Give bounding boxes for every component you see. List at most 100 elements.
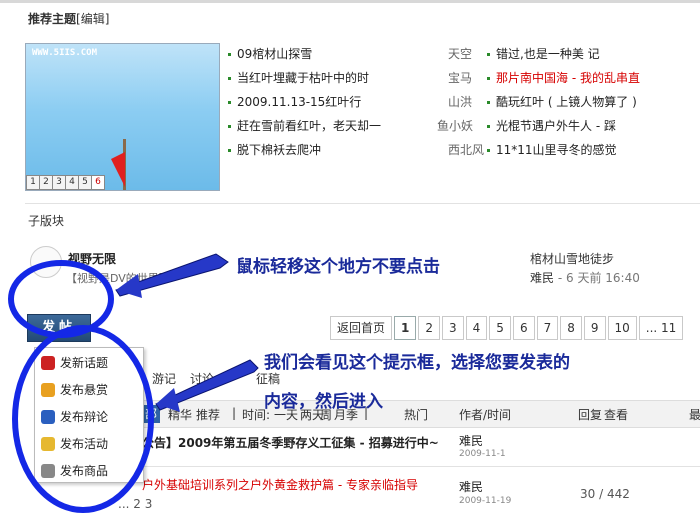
- post-menu-item[interactable]: 发布活动: [41, 433, 108, 455]
- recommend-title: 推荐主题[编辑]: [28, 10, 109, 27]
- thread-tab[interactable]: [228, 370, 242, 387]
- page-link-9[interactable]: 9: [583, 316, 606, 340]
- post-menu-item-label: 发布辩论: [60, 410, 109, 424]
- post-menu-item[interactable]: 发布商品: [41, 460, 108, 482]
- recommend-item-author[interactable]: 西北风: [448, 143, 484, 167]
- recommend-item-link[interactable]: 错过,也是一种美 记: [496, 47, 600, 61]
- page-link-7[interactable]: 7: [536, 316, 559, 340]
- thread-filter-bar: 部 精华 推荐 | 时间: 一天 两天周月季 | 热门 作者/时间 回复 查看最: [142, 400, 700, 428]
- page-link-6[interactable]: 6: [512, 316, 535, 340]
- filter-option[interactable]: 推荐: [196, 406, 220, 423]
- goods-icon: [41, 464, 55, 478]
- thread-tabs: 游记 讨论 征稿: [152, 370, 280, 387]
- pagination: 返回首页 1 2 3 4 5 6 7 8 9 10... 11: [330, 316, 685, 340]
- filter-all[interactable]: 部: [142, 405, 161, 423]
- post-menu-item[interactable]: 发布悬赏: [41, 379, 108, 401]
- recommend-title-text: 推荐主题: [28, 12, 77, 26]
- annotation-menu-tip-1: 我们会看见这个提示框，选择您要发表的: [264, 353, 570, 373]
- column-header-view[interactable]: 查看: [604, 406, 628, 423]
- debate-icon: [41, 410, 55, 424]
- subforum-last-user[interactable]: 难民: [530, 271, 554, 285]
- thread-tab[interactable]: 讨论: [190, 370, 214, 387]
- column-header-author[interactable]: 作者/时间: [459, 406, 511, 423]
- recommend-item: 09棺材山探雪: [228, 47, 312, 71]
- bullet-icon: [487, 101, 490, 104]
- subforum-icon: [30, 246, 62, 278]
- recommend-item-link[interactable]: 11*11山里寻冬的感觉: [496, 143, 617, 157]
- recommend-item-link[interactable]: 当红叶埋藏于枯叶中的时: [237, 71, 369, 85]
- subforum-last-time: - 6 天前 16:40: [557, 271, 640, 285]
- bullet-icon: [487, 53, 490, 56]
- recommend-item: 11*11山里寻冬的感觉: [487, 143, 617, 167]
- back-home-button[interactable]: 返回首页: [330, 316, 393, 340]
- recommend-item-link[interactable]: 光棍节遇户外牛人 - 踩: [496, 119, 616, 133]
- subforum-title: 子版块: [28, 214, 65, 228]
- recommend-item-author[interactable]: 山洪: [448, 95, 472, 119]
- filter-option[interactable]: 热门: [404, 406, 428, 423]
- recommend-item-link[interactable]: 赶在雪前看红叶，老天却一: [237, 119, 381, 133]
- page-link-11[interactable]: ... 11: [638, 316, 684, 340]
- thread-reply-view-count: 30 / 442: [580, 487, 630, 501]
- post-menu-item-label: 发布活动: [60, 437, 109, 451]
- recommend-item-link[interactable]: 09棺材山探雪: [237, 47, 312, 61]
- recommend-item-author[interactable]: 天空: [448, 47, 472, 71]
- page-link-10[interactable]: 10: [607, 316, 637, 340]
- page-link-1[interactable]: 1: [394, 316, 417, 340]
- annotation-menu-tip-2: 内容，然后进入: [264, 392, 383, 412]
- post-menu-item[interactable]: 发布辩论: [41, 406, 108, 428]
- recommend-item-link[interactable]: 酷玩红叶 ( 上镜人物算了 ): [496, 95, 637, 109]
- recommend-item: 那片南中国海 - 我的乱串直: [487, 71, 640, 95]
- recommend-item-link[interactable]: 2009.11.13-15红叶行: [237, 95, 361, 109]
- page-link-4[interactable]: 4: [465, 316, 488, 340]
- recommend-slideshow[interactable]: WWW.5IIS.COM 123456: [25, 43, 220, 191]
- post-button-label: 发帖: [41, 320, 76, 335]
- recommend-item: 酷玩红叶 ( 上镜人物算了 ): [487, 95, 637, 119]
- section-divider: [25, 203, 700, 204]
- recommend-item-author[interactable]: 鱼小妖: [437, 119, 473, 143]
- edit-link[interactable]: [编辑]: [76, 12, 109, 26]
- page-link-2[interactable]: 2: [418, 316, 441, 340]
- slideshow-page-4[interactable]: 4: [66, 175, 79, 190]
- page-link-5[interactable]: 5: [489, 316, 511, 340]
- annotation-hover-tip: 鼠标轻移这个地方不要点击: [236, 257, 440, 277]
- post-menu-item[interactable]: 发新话题: [41, 352, 108, 374]
- recommend-item: 错过,也是一种美 记: [487, 47, 600, 71]
- column-header-last[interactable]: 最: [689, 406, 700, 423]
- page-link-3[interactable]: 3: [442, 316, 464, 340]
- thread-title-link[interactable]: 公告】2009年第五届冬季野存义工征集 - 招募进行中~: [142, 434, 439, 451]
- slideshow-pager: 123456: [26, 175, 105, 190]
- recommend-item-link[interactable]: 那片南中国海 - 我的乱串直: [496, 71, 640, 85]
- filter-option[interactable]: 精华: [168, 406, 192, 423]
- recommend-item: 光棍节遇户外牛人 - 踩: [487, 119, 616, 143]
- bullet-icon: [228, 77, 231, 80]
- subforum-last-meta: 难民 - 6 天前 16:40: [530, 269, 640, 286]
- page-link-8[interactable]: 8: [560, 316, 582, 340]
- bullet-icon: [487, 125, 490, 128]
- slideshow-page-1[interactable]: 1: [26, 175, 40, 190]
- slideshow-page-6[interactable]: 6: [92, 175, 105, 190]
- bullet-icon: [228, 53, 231, 56]
- post-menu-item-label: 发新话题: [60, 356, 109, 370]
- bullet-icon: [228, 149, 231, 152]
- bullet-icon: [228, 125, 231, 128]
- recommend-item-link[interactable]: 脱下棉袄去爬冲: [237, 143, 321, 157]
- thread-page-links[interactable]: ... 2 3: [118, 497, 152, 511]
- slideshow-page-2[interactable]: 2: [40, 175, 53, 190]
- slideshow-page-5[interactable]: 5: [79, 175, 92, 190]
- column-header-reply[interactable]: 回复: [578, 406, 602, 423]
- thread-author[interactable]: 难民: [459, 478, 483, 495]
- thread-divider: [142, 466, 700, 467]
- recommend-item-author[interactable]: 宝马: [448, 71, 472, 95]
- recommend-item: 2009.11.13-15红叶行: [228, 95, 361, 119]
- subforum-name-link[interactable]: 视野无限: [68, 250, 116, 267]
- thread-title-link[interactable]: 户外基础培训系列之户外黄金救护篇 - 专家亲临指导: [142, 476, 418, 493]
- flag-image: [111, 152, 125, 187]
- filter-separator: |: [232, 406, 237, 420]
- slideshow-page-3[interactable]: 3: [53, 175, 66, 190]
- post-type-menu: 发新话题发布悬赏发布辩论发布活动发布商品: [34, 347, 144, 483]
- post-menu-item-label: 发布商品: [60, 464, 109, 478]
- post-button[interactable]: 发帖: [27, 314, 91, 342]
- subforum-last-post-link[interactable]: 棺材山雪地徒步: [530, 250, 614, 267]
- thread-author[interactable]: 难民: [459, 432, 483, 449]
- thread-tab[interactable]: 游记: [152, 370, 176, 387]
